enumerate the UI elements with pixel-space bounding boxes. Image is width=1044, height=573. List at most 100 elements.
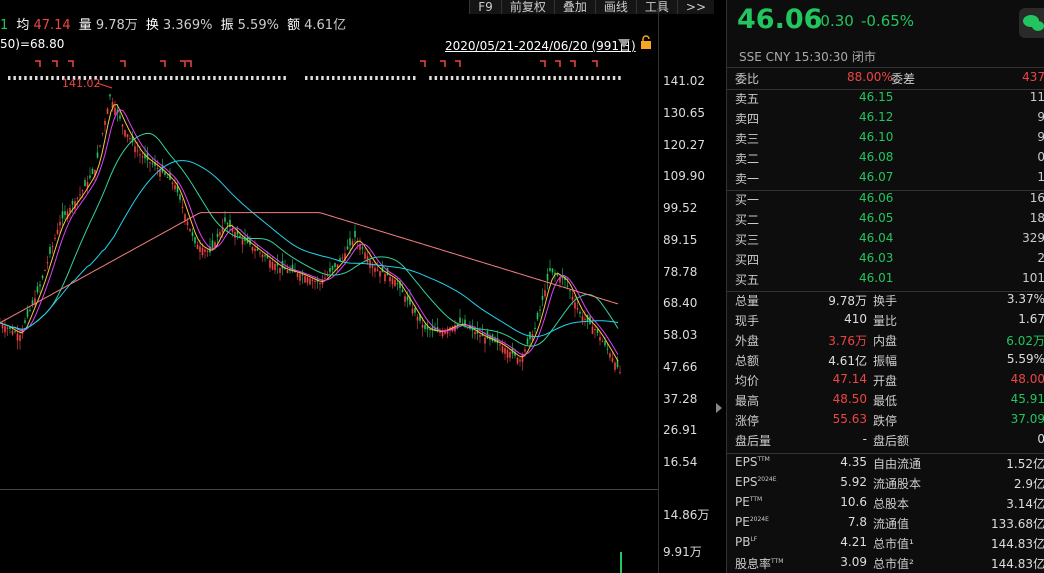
signal-marker (592, 60, 598, 67)
kline-chart-panel[interactable]: 1 均 47.14 量 9.78万 换 3.369% 振 5.59% 额 4.61亿 F9… (0, 0, 714, 573)
candle-body (91, 168, 94, 174)
candle-body (501, 346, 504, 353)
stat-label: 盘后额 (873, 434, 910, 448)
candle-body (44, 270, 46, 272)
signal-dot (164, 76, 168, 80)
signal-dot (569, 76, 573, 80)
stat-row: 均价 47.14 开盘 48.00 (727, 372, 1044, 392)
signal-dot (207, 76, 211, 80)
moving-average-line (0, 212, 619, 324)
signal-dot (105, 76, 108, 80)
candle-body (499, 344, 501, 346)
signal-dot (342, 76, 346, 80)
wechat-icon[interactable] (1019, 8, 1044, 38)
order-book-row[interactable]: 卖四 46.12 9 (727, 110, 1044, 130)
signal-dot (29, 76, 33, 80)
signal-marker (120, 60, 126, 67)
signal-marker (186, 60, 192, 67)
signal-dot (602, 76, 605, 80)
fund-value: 2.9亿 (1013, 477, 1044, 491)
order-book-row[interactable]: 卖二 46.08 0 (727, 150, 1044, 170)
fund-label: PE2024E (735, 515, 769, 529)
candle-body (269, 260, 271, 268)
level-qty: 2 (1037, 251, 1044, 265)
order-book-row[interactable]: 卖五 46.15 11 (727, 90, 1044, 110)
stat-row: 现手 410 量比 1.67 (727, 312, 1044, 332)
price-chart[interactable]: 141.02 (0, 0, 658, 573)
candle-body (56, 229, 59, 234)
order-book-row[interactable]: 买四 46.03 2 (727, 251, 1044, 271)
candle-body (211, 240, 214, 248)
candle-body (364, 252, 366, 259)
more-button[interactable]: >> (676, 0, 714, 14)
fund-value: 144.83亿 (991, 557, 1044, 571)
candle-body (24, 320, 26, 323)
stat-row: 总量 9.78万 换手 3.37% (727, 292, 1044, 312)
signal-dot (110, 76, 114, 80)
price-axis-label: 109.90 (663, 169, 705, 184)
market-status: SSE CNY 15:30:30 闭市 (739, 50, 876, 64)
weibi-value: 88.00% (847, 70, 893, 84)
candle-body (296, 273, 299, 278)
fund-value: 144.83亿 (991, 537, 1044, 551)
candle-body (604, 341, 606, 346)
candle-body (439, 332, 441, 334)
candle-body (401, 289, 404, 293)
fund-value: 1.52亿 (1006, 457, 1044, 471)
candle-body (571, 296, 574, 301)
price-axis-label: 16.54 (663, 455, 698, 469)
candle-body (324, 277, 326, 279)
candle-body (301, 274, 304, 276)
candle-body (334, 263, 336, 268)
signal-dot (494, 76, 497, 80)
signal-dot (488, 76, 492, 80)
level-label: 买五 (735, 273, 760, 287)
signal-marker (160, 60, 166, 67)
signal-dot (267, 76, 270, 80)
candle-body (11, 330, 14, 335)
order-book-row[interactable]: 买五 46.01 101 (727, 271, 1044, 291)
candle-body (136, 150, 139, 152)
price-change-pct: -0.65% (861, 12, 915, 30)
signal-dot (472, 76, 475, 80)
candle-body (376, 269, 379, 271)
candle-body (279, 267, 281, 273)
stat-label: 最高 (735, 394, 760, 408)
order-book-row[interactable]: 卖三 46.10 9 (727, 130, 1044, 150)
candle-body (64, 211, 66, 215)
price-axis-label: 141.02 (663, 74, 705, 88)
candle-body (79, 194, 81, 196)
candle-body (346, 246, 349, 250)
candle-body (329, 268, 331, 273)
candle-body (509, 351, 511, 358)
weibi-row: 委比 88.00% 委差 437 (727, 70, 1044, 90)
collapse-panel-icon[interactable] (716, 403, 722, 413)
candle-body (239, 235, 241, 238)
signal-marker (35, 60, 41, 67)
candle-body (196, 244, 199, 250)
divider (727, 453, 1044, 454)
candle-body (179, 194, 181, 200)
stat-value: 48.50 (832, 392, 867, 406)
order-book-row[interactable]: 卖一 46.07 1 (727, 170, 1044, 190)
candle-body (71, 201, 74, 205)
candle-body (101, 133, 104, 135)
order-book-row[interactable]: 买三 46.04 329 (727, 231, 1044, 251)
fund-value: 7.8 (847, 515, 867, 529)
signal-dot (521, 76, 524, 80)
candle-body (361, 247, 364, 249)
signal-dot (542, 76, 546, 80)
order-book-row[interactable]: 买二 46.05 18 (727, 211, 1044, 231)
candle-body (286, 270, 289, 273)
price-axis-label: 89.15 (663, 232, 698, 247)
candle-body (574, 302, 576, 309)
signal-dot (396, 76, 400, 80)
level-qty: 329 (1022, 231, 1044, 245)
candle-body (61, 211, 64, 219)
candle-body (396, 283, 399, 285)
order-book-row[interactable]: 买一 46.06 16 (727, 191, 1044, 211)
candle-body (524, 349, 526, 352)
candle-body (596, 329, 599, 334)
price-axis-label: 47.66 (663, 359, 698, 374)
candle-body (579, 311, 581, 314)
